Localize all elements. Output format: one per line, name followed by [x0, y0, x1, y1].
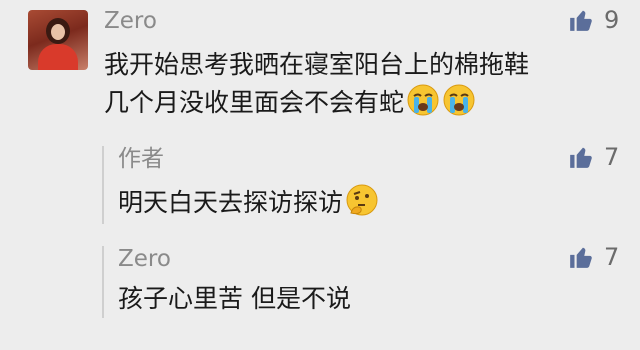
reply-like-button[interactable]: 7 [568, 143, 619, 171]
reply-indent-bar [102, 146, 104, 224]
crying-emoji-icon [406, 83, 440, 132]
comment-username[interactable]: Zero [104, 10, 157, 33]
reply-like-button[interactable]: 7 [568, 243, 619, 271]
avatar[interactable] [28, 10, 88, 70]
reply-username[interactable]: Zero [118, 248, 171, 271]
reply-indent-bar [102, 246, 104, 318]
thinking-emoji-icon [345, 183, 379, 232]
crying-emoji-icon [442, 83, 476, 132]
thumbs-up-icon [570, 10, 592, 31]
reply-username[interactable]: 作者 [118, 148, 164, 171]
thumbs-up-icon [570, 247, 592, 268]
reply-text-wrap: 明天白天去探访探访 [118, 180, 379, 232]
reply-like-count: 7 [604, 143, 620, 171]
thumbs-up-icon [570, 147, 592, 168]
comment-like-button[interactable]: 9 [568, 6, 619, 34]
reply-text: 孩子心里苦 但是不说 [118, 284, 351, 313]
reply-text: 明天白天去探访探访 [118, 188, 344, 217]
comment-text-line2-wrap: 几个月没收里面会不会有蛇 [104, 80, 476, 132]
comment-text-line2: 几个月没收里面会不会有蛇 [104, 88, 405, 117]
comment-like-count: 9 [604, 6, 620, 34]
reply-like-count: 7 [604, 243, 620, 271]
